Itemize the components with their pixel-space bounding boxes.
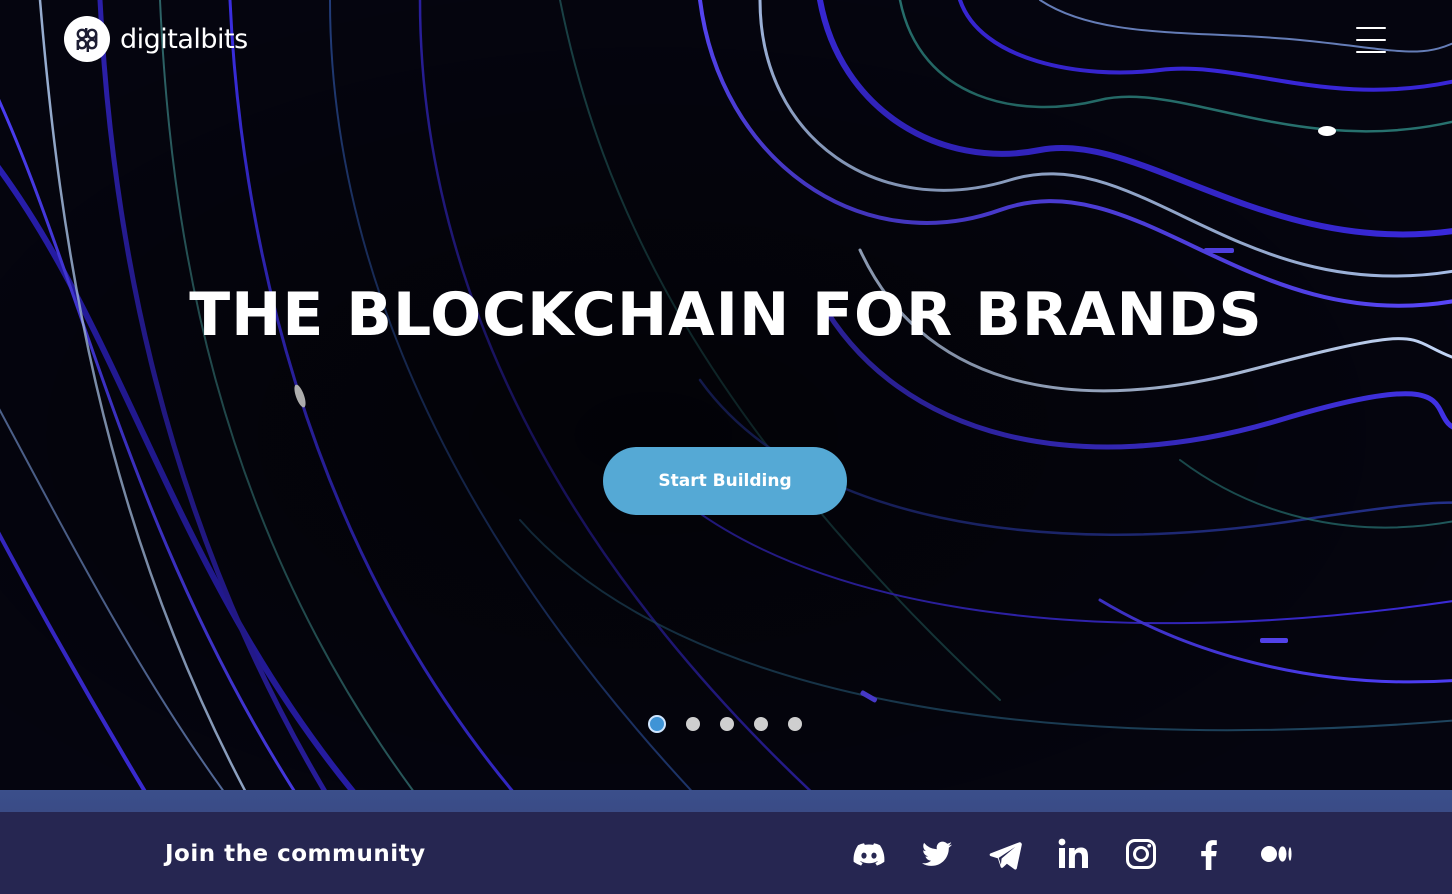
carousel-dot-4[interactable]: [754, 717, 768, 731]
social-links: [850, 834, 1296, 874]
medium-icon[interactable]: [1258, 835, 1296, 873]
twitter-icon[interactable]: [918, 835, 956, 873]
carousel-dot-5[interactable]: [788, 717, 802, 731]
instagram-icon[interactable]: [1122, 835, 1160, 873]
hero-background-image: [0, 0, 1452, 790]
facebook-icon[interactable]: [1190, 835, 1228, 873]
carousel-dot-3[interactable]: [720, 717, 734, 731]
hero-headline: THE BLOCKCHAIN FOR BRANDS: [189, 280, 1263, 350]
top-navigation: digitalbits: [0, 0, 1452, 80]
start-building-button[interactable]: Start Building: [603, 447, 847, 515]
join-community-label: Join the community: [165, 841, 426, 867]
hamburger-menu-icon[interactable]: [1356, 27, 1386, 53]
digitalbits-logo-icon: [64, 16, 110, 62]
carousel-pagination: [648, 715, 802, 733]
discord-icon[interactable]: [850, 835, 888, 873]
hero-section: digitalbits THE BLOCKCHAIN FOR BRANDS St…: [0, 0, 1452, 790]
linkedin-icon[interactable]: [1054, 835, 1092, 873]
community-bar: Join the community: [0, 812, 1452, 894]
carousel-dot-2[interactable]: [686, 717, 700, 731]
telegram-icon[interactable]: [986, 835, 1024, 873]
brand-logo[interactable]: digitalbits: [64, 16, 248, 62]
section-divider: [0, 790, 1452, 812]
brand-name: digitalbits: [120, 23, 248, 55]
carousel-dot-1[interactable]: [648, 715, 666, 733]
